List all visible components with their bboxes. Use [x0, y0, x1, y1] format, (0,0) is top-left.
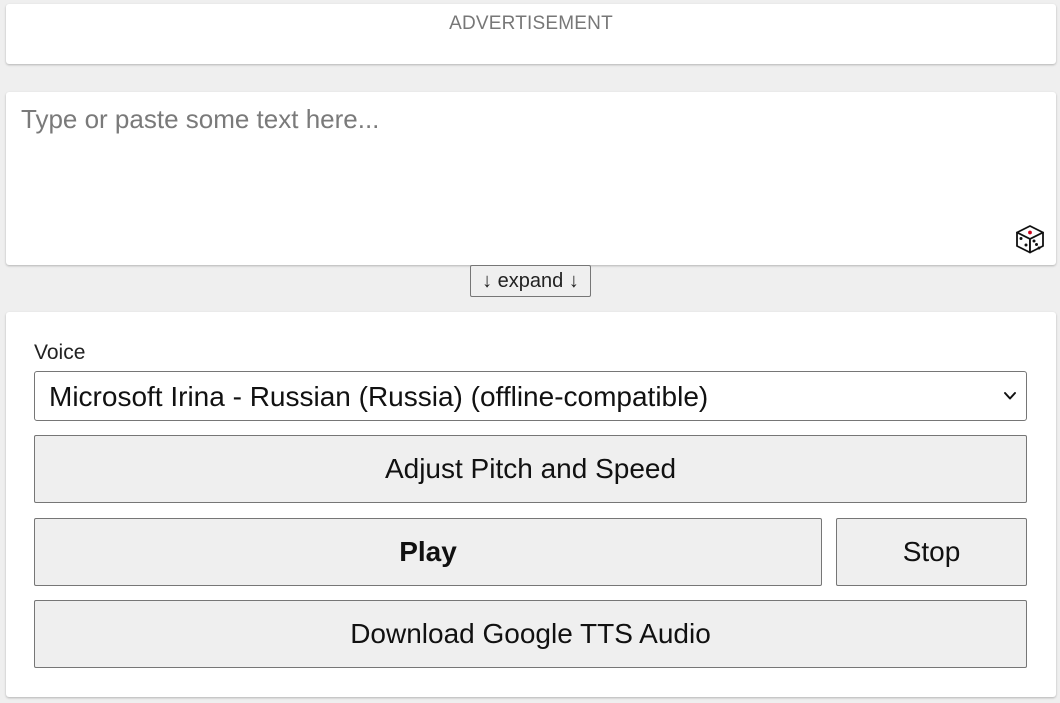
voice-label: Voice [34, 341, 86, 364]
dice-icon [1016, 225, 1044, 254]
chevron-down-icon [1004, 392, 1016, 400]
voice-controls-card: Voice Microsoft Irina - Russian (Russia)… [6, 312, 1056, 697]
advertisement-banner: ADVERTISEMENT [6, 4, 1056, 64]
random-text-button[interactable] [1014, 223, 1046, 255]
expand-button[interactable]: ↓ expand ↓ [470, 265, 591, 297]
advertisement-label: ADVERTISEMENT [449, 13, 613, 34]
adjust-pitch-speed-button[interactable]: Adjust Pitch and Speed [34, 435, 1027, 503]
text-input[interactable] [6, 92, 1056, 265]
stop-button[interactable]: Stop [836, 518, 1027, 586]
voice-select[interactable]: Microsoft Irina - Russian (Russia) (offl… [34, 371, 1027, 421]
voice-select-value: Microsoft Irina - Russian (Russia) (offl… [49, 381, 709, 412]
text-input-card [6, 92, 1056, 265]
download-audio-button[interactable]: Download Google TTS Audio [34, 600, 1027, 668]
play-button[interactable]: Play [34, 518, 822, 586]
